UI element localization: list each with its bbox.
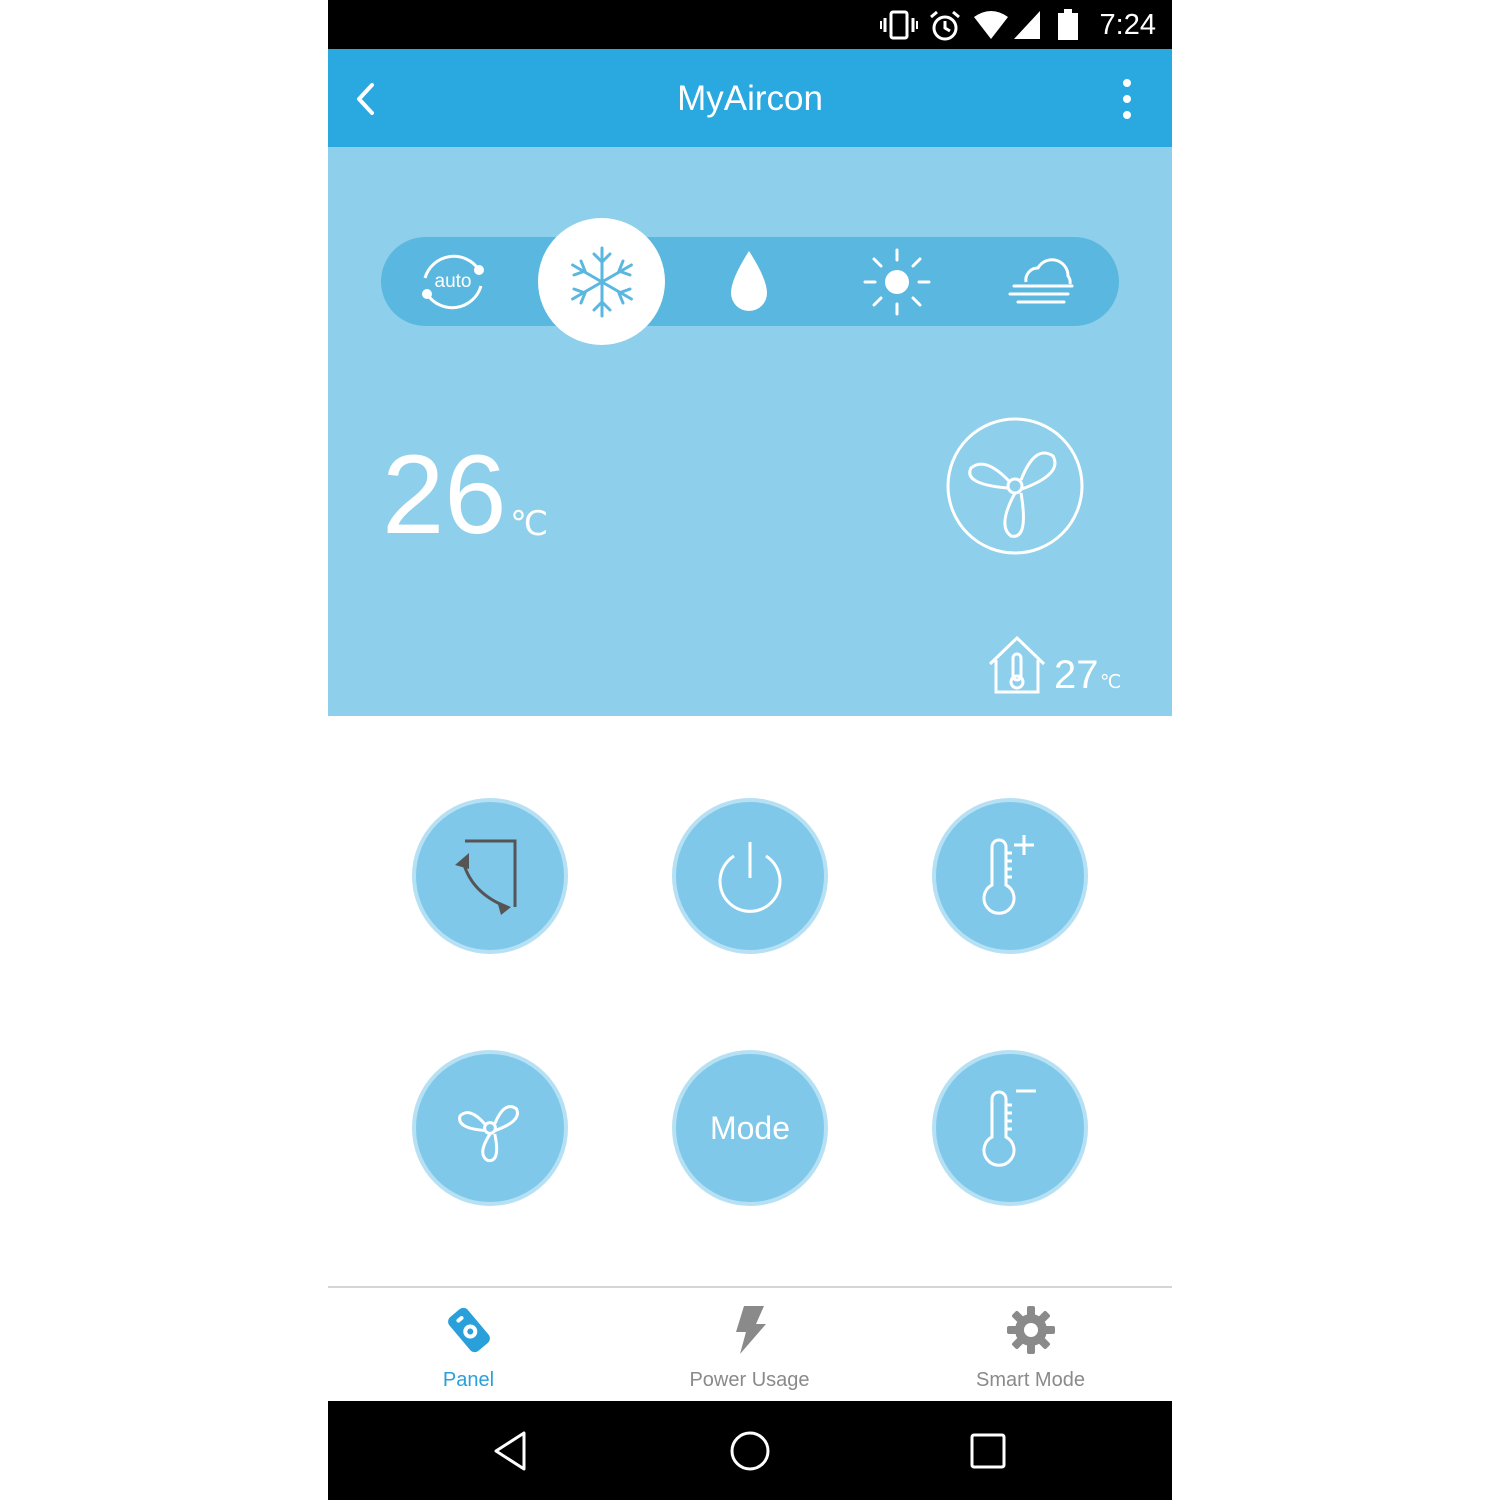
set-temperature: 26 bbox=[382, 432, 507, 557]
vibrate-icon bbox=[880, 10, 918, 40]
indoor-temperature-unit: ℃ bbox=[1100, 672, 1122, 693]
remote-icon bbox=[447, 1307, 490, 1353]
status-bar: 7:24 bbox=[328, 0, 1172, 49]
square-recents-icon bbox=[970, 1433, 1006, 1469]
mode-cool-button[interactable] bbox=[538, 218, 665, 345]
fan-speed-indicator bbox=[946, 417, 1084, 555]
system-nav-bar bbox=[328, 1401, 1172, 1500]
tab-panel[interactable]: Panel bbox=[328, 1288, 609, 1401]
power-button[interactable] bbox=[676, 802, 824, 950]
temp-down-button[interactable] bbox=[936, 1054, 1084, 1202]
nav-back-button[interactable] bbox=[488, 1427, 536, 1475]
snowflake-icon bbox=[570, 246, 633, 317]
mode-auto-button[interactable]: auto bbox=[403, 237, 503, 326]
battery-icon bbox=[1058, 9, 1078, 40]
tab-smart-mode-label: Smart Mode bbox=[976, 1369, 1085, 1391]
set-temperature-unit: ℃ bbox=[510, 505, 549, 543]
status-time: 7:24 bbox=[1099, 9, 1156, 41]
thermometer-minus-icon bbox=[982, 1089, 1036, 1167]
mode-button-label: Mode bbox=[709, 1109, 791, 1146]
fan-icon bbox=[968, 451, 1057, 538]
more-options-button[interactable] bbox=[1112, 75, 1142, 123]
tab-panel-label: Panel bbox=[442, 1369, 495, 1391]
mode-auto-label: auto bbox=[434, 270, 472, 292]
page-title: MyAircon bbox=[677, 79, 823, 118]
tab-power-usage-label: Power Usage bbox=[689, 1369, 810, 1391]
mode-selector: auto bbox=[381, 237, 1119, 326]
mode-dry-button[interactable] bbox=[699, 237, 799, 326]
more-vert-icon bbox=[1123, 79, 1131, 119]
signal-icon bbox=[1014, 11, 1040, 39]
indoor-temperature: 27 bbox=[1054, 653, 1099, 697]
swing-icon bbox=[455, 839, 517, 915]
indoor-temperature-icon bbox=[988, 635, 1046, 694]
tab-smart-mode[interactable]: Smart Mode bbox=[890, 1288, 1171, 1401]
wifi-icon bbox=[974, 11, 1008, 39]
temp-up-button[interactable] bbox=[936, 802, 1084, 950]
app-bar: MyAircon bbox=[328, 49, 1172, 147]
fan-speed-button[interactable] bbox=[416, 1054, 564, 1202]
nav-home-button[interactable] bbox=[726, 1427, 774, 1475]
wind-cloud-icon bbox=[1008, 257, 1074, 303]
mode-heat-button[interactable] bbox=[847, 237, 947, 326]
swing-button[interactable] bbox=[416, 802, 564, 950]
mode-fan-button[interactable] bbox=[993, 237, 1093, 326]
thermometer-plus-icon bbox=[982, 835, 1034, 915]
phone-screen: 7:24 MyAircon auto 26 ℃ 27 ℃ Mode Panel … bbox=[328, 0, 1172, 1500]
nav-recents-button[interactable] bbox=[964, 1427, 1012, 1475]
droplet-icon bbox=[731, 250, 767, 311]
mode-button[interactable]: Mode bbox=[676, 1054, 824, 1202]
fan-icon bbox=[458, 1105, 519, 1163]
sun-icon bbox=[863, 248, 931, 315]
control-display: auto 26 ℃ 27 ℃ bbox=[328, 147, 1172, 716]
tab-power-usage[interactable]: Power Usage bbox=[609, 1288, 890, 1401]
lightning-icon bbox=[735, 1306, 766, 1354]
circle-home-icon bbox=[730, 1431, 770, 1471]
triangle-back-icon bbox=[494, 1431, 526, 1471]
alarm-icon bbox=[930, 10, 960, 41]
power-icon bbox=[718, 842, 782, 913]
gear-icon bbox=[1006, 1306, 1055, 1354]
